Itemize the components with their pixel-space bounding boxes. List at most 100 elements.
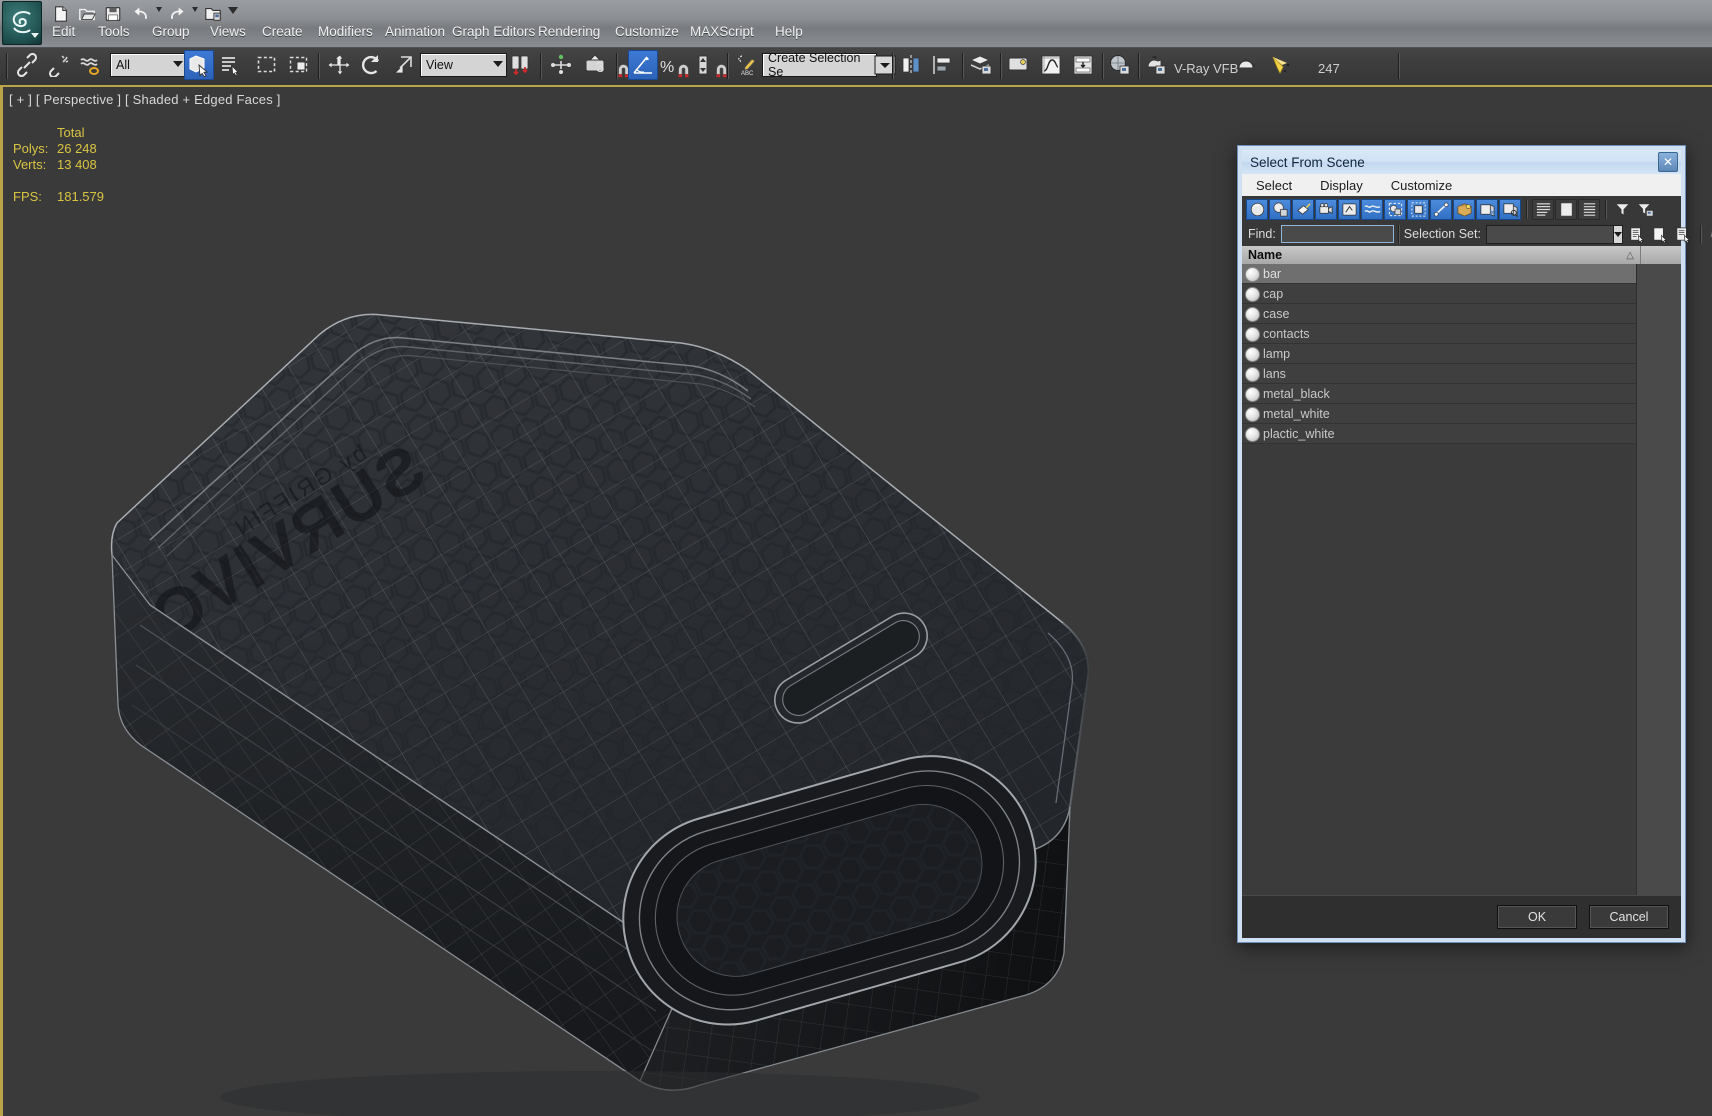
list-item[interactable]: lans [1242,364,1681,384]
display-bones-icon[interactable] [1430,198,1452,220]
display-frozen-objects-icon[interactable] [1476,198,1498,220]
named-selection-sets-combo[interactable]: Create Selection Se [762,51,877,79]
object-display-toggle-icon[interactable] [1245,386,1260,402]
select-objects-in-set-icon[interactable] [1627,224,1649,245]
remove-selection-set-icon[interactable] [1673,224,1695,245]
chevron-down-icon[interactable] [1613,224,1623,244]
select-and-scale-icon[interactable] [388,50,418,80]
render-production-icon[interactable] [1266,50,1296,80]
sort-ascending-icon[interactable]: △ [1626,250,1640,261]
select-and-move-icon[interactable] [324,50,354,80]
menu-group[interactable]: Group [152,24,190,44]
app-logo-button[interactable] [2,1,42,45]
object-display-toggle-icon[interactable] [1245,406,1260,422]
curve-editor-icon[interactable] [1036,50,1066,80]
list-item[interactable]: plactic_white [1242,424,1681,444]
open-file-icon[interactable] [76,4,98,24]
unlink-selection-icon[interactable] [44,50,74,80]
column-divider[interactable] [1640,246,1641,264]
menu-animation[interactable]: Animation [385,24,445,44]
select-and-link-icon[interactable] [12,50,42,80]
menu-views[interactable]: Views [210,24,246,44]
vray-vfb-label[interactable]: V-Ray VFB [1174,61,1238,76]
filter-icon[interactable] [1611,199,1633,220]
rectangular-selection-region-icon[interactable] [252,50,282,80]
menu-modifiers[interactable]: Modifiers [318,24,373,44]
new-file-icon[interactable] [50,4,72,24]
display-shapes-icon[interactable] [1269,198,1291,220]
display-children-icon[interactable] [1578,198,1600,220]
list-item[interactable]: cap [1242,284,1681,304]
menu-maxscript[interactable]: MAXScript [690,24,754,44]
material-editor-icon[interactable] [1104,50,1134,80]
expand-all-icon[interactable] [1532,198,1554,220]
undo-dropdown-arrow-icon[interactable] [156,7,162,12]
list-item[interactable]: case [1242,304,1681,324]
display-geometry-icon[interactable] [1246,198,1268,220]
cancel-button[interactable]: Cancel [1589,905,1669,929]
render-frame-window-icon[interactable] [1232,50,1262,80]
dialog-menu-customize[interactable]: Customize [1377,178,1466,193]
add-selection-set-icon[interactable] [1650,224,1672,245]
edit-named-selection-sets-icon[interactable]: ABC [732,50,762,80]
list-item[interactable]: bar [1242,264,1681,284]
layer-manager-icon[interactable] [966,50,996,80]
chevron-down-icon[interactable] [173,61,183,67]
object-display-toggle-icon[interactable] [1245,346,1260,362]
dialog-menu-display[interactable]: Display [1306,178,1377,193]
redo-dropdown-arrow-icon[interactable] [192,7,198,12]
quick-access-overflow-icon[interactable] [228,7,238,14]
search-input[interactable] [1280,225,1394,243]
list-item[interactable]: metal_white [1242,404,1681,424]
display-cameras-icon[interactable] [1315,198,1337,220]
redo-icon[interactable] [166,4,188,24]
select-and-manipulate-icon[interactable] [546,50,576,80]
object-display-toggle-icon[interactable] [1245,266,1260,282]
advanced-filter-icon[interactable] [1634,199,1656,220]
reference-coordinate-system-combo[interactable]: View [420,53,507,77]
select-by-name-icon[interactable] [216,50,246,80]
display-containers-icon[interactable] [1453,198,1475,220]
object-display-toggle-icon[interactable] [1245,426,1260,442]
display-xrefs-icon[interactable] [1407,198,1429,220]
list-column-header[interactable]: Name △ [1242,246,1681,265]
align-icon[interactable] [928,50,958,80]
collapse-all-icon[interactable] [1555,198,1577,220]
menu-rendering[interactable]: Rendering [538,24,600,44]
undo-icon[interactable] [130,4,152,24]
list-item[interactable]: lamp [1242,344,1681,364]
schematic-view-icon[interactable] [1068,50,1098,80]
menu-customize[interactable]: Customize [615,24,679,44]
menu-create[interactable]: Create [262,24,303,44]
app-logo-dropdown-arrow-icon[interactable] [31,33,39,38]
ok-button[interactable]: OK [1497,905,1577,929]
display-hidden-objects-icon[interactable] [1499,198,1521,220]
power-bank-model[interactable]: SURVIVOR by GRIFFIN [0,85,1230,1116]
keyboard-shortcut-override-icon[interactable] [580,50,610,80]
object-display-toggle-icon[interactable] [1245,326,1260,342]
display-lights-icon[interactable] [1292,198,1314,220]
mirror-icon[interactable] [896,50,926,80]
pick-tool-icon[interactable] [1706,224,1712,245]
select-from-scene-dialog[interactable]: Select From Scene ✕ Select Display Custo… [1237,145,1712,943]
list-item[interactable]: metal_black [1242,384,1681,404]
select-object-icon[interactable] [184,50,214,80]
menu-graph-editors[interactable]: Graph Editors [452,24,535,44]
bind-to-space-warp-icon[interactable] [76,50,106,80]
object-display-toggle-icon[interactable] [1245,306,1260,322]
select-and-rotate-icon[interactable] [356,50,386,80]
menu-edit[interactable]: Edit [52,24,75,44]
object-display-toggle-icon[interactable] [1245,286,1260,302]
selection-set-input[interactable] [1485,224,1614,244]
display-groups-icon[interactable] [1384,198,1406,220]
list-item[interactable]: contacts [1242,324,1681,344]
scene-object-list[interactable]: bar cap case contacts lamp lans metal_bl… [1242,264,1681,896]
chevron-down-icon[interactable] [493,61,503,67]
selection-filter-combo[interactable]: All [110,53,187,77]
menu-tools[interactable]: Tools [98,24,130,44]
save-file-icon[interactable] [102,4,124,24]
display-space-warps-icon[interactable] [1361,198,1383,220]
angle-snap-toggle-icon[interactable] [628,50,658,80]
window-crossing-icon[interactable] [284,50,314,80]
display-helpers-icon[interactable] [1338,198,1360,220]
